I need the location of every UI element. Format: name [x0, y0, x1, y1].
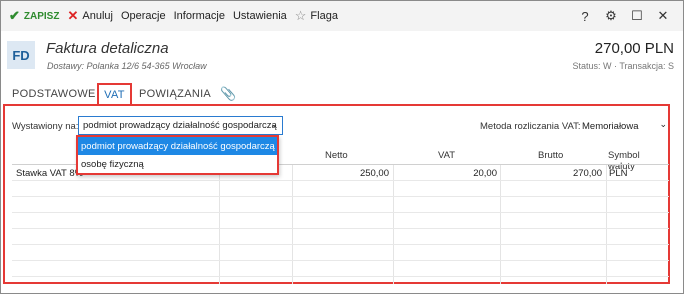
dropdown-option-individual[interactable]: osobę fizyczną [78, 155, 277, 173]
table-row [12, 261, 669, 277]
page-title: Faktura detaliczna [46, 40, 169, 57]
settings-menu[interactable]: Ustawienia [229, 1, 291, 31]
info-menu[interactable]: Informacje [170, 1, 229, 31]
issued-to-dropdown-list: podmiot prowadzący działalność gospodarc… [76, 135, 279, 175]
document-type-badge: FD [7, 41, 35, 69]
save-button[interactable]: ✔ ZAPISZ [5, 1, 63, 31]
table-row [12, 213, 669, 229]
cell-vat: 20,00 [473, 167, 497, 179]
flag-button[interactable]: ☆ Flaga [291, 1, 342, 31]
total-amount: 270,00 PLN [594, 40, 674, 57]
column-header-netto[interactable]: Netto [325, 150, 348, 161]
checkmark-icon: ✔ [9, 8, 20, 23]
tab-powiazania[interactable]: POWIĄZANIA [139, 83, 211, 105]
cell-rate: Stawka VAT 8% [16, 167, 84, 179]
tab-bar: PODSTAWOWE VAT POWIĄZANIA 📎 [1, 83, 683, 106]
tab-podstawowe[interactable]: PODSTAWOWE [12, 83, 96, 105]
cancel-button[interactable]: ✕ Anuluj [63, 1, 116, 31]
save-label: ZAPISZ [23, 10, 60, 22]
table-row [12, 197, 669, 213]
vat-method-value: Memoriałowa [582, 120, 639, 132]
cancel-label: Anuluj [82, 10, 113, 22]
close-icon[interactable]: ✕ [651, 1, 675, 31]
vat-method-label: Metoda rozliczania VAT: [480, 121, 581, 132]
star-icon: ☆ [294, 8, 307, 23]
cell-netto: 250,00 [359, 167, 389, 179]
flag-label: Flaga [310, 10, 338, 22]
status-line: Status: W · Transakcja: S [572, 61, 674, 71]
gear-icon[interactable]: ⚙ [599, 1, 623, 31]
cell-brutto: 270,00 [572, 167, 602, 179]
chevron-down-icon: ⌄ [270, 119, 278, 129]
vat-method-select[interactable]: Memoriałowa ⌄ [579, 117, 669, 135]
tab-vat[interactable]: VAT [97, 83, 132, 106]
close-x-icon: ✕ [67, 8, 79, 23]
chevron-down-icon: ⌄ [659, 119, 667, 129]
issued-to-label: Wystawiony na: [12, 121, 79, 132]
window-controls: ? ⚙ ☐ ✕ [571, 1, 675, 31]
maximize-icon[interactable]: ☐ [625, 1, 649, 31]
vat-panel: Wystawiony na: podmiot prowadzący działa… [3, 104, 670, 284]
document-header: FD Faktura detaliczna Dostawy: Polanka 1… [1, 31, 683, 81]
info-label: Informacje [173, 10, 225, 22]
toolbar: ✔ ZAPISZ ✕ Anuluj Operacje Informacje Us… [1, 1, 683, 31]
operations-menu[interactable]: Operacje [117, 1, 170, 31]
issued-to-select[interactable]: podmiot prowadzący działalność gospodarc… [78, 116, 283, 135]
dropdown-option-business[interactable]: podmiot prowadzący działalność gospodarc… [78, 137, 277, 155]
settings-label: Ustawienia [232, 10, 287, 22]
table-row [12, 229, 669, 245]
attachment-icon[interactable]: 📎 [220, 83, 237, 105]
table-row [12, 181, 669, 197]
column-header-brutto[interactable]: Brutto [538, 150, 563, 161]
operations-label: Operacje [120, 10, 166, 22]
delivery-address: Dostawy: Polanka 12/6 54-365 Wrocław [47, 61, 207, 71]
vat-table: Stawka VAT 8% 250,00 20,00 270,00 PLN [12, 164, 669, 284]
cell-currency: PLN [609, 167, 628, 179]
help-icon[interactable]: ? [573, 1, 597, 31]
column-header-vat[interactable]: VAT [438, 150, 455, 161]
issued-to-value: podmiot prowadzący działalność gospodarc… [83, 120, 277, 131]
table-row [12, 245, 669, 261]
